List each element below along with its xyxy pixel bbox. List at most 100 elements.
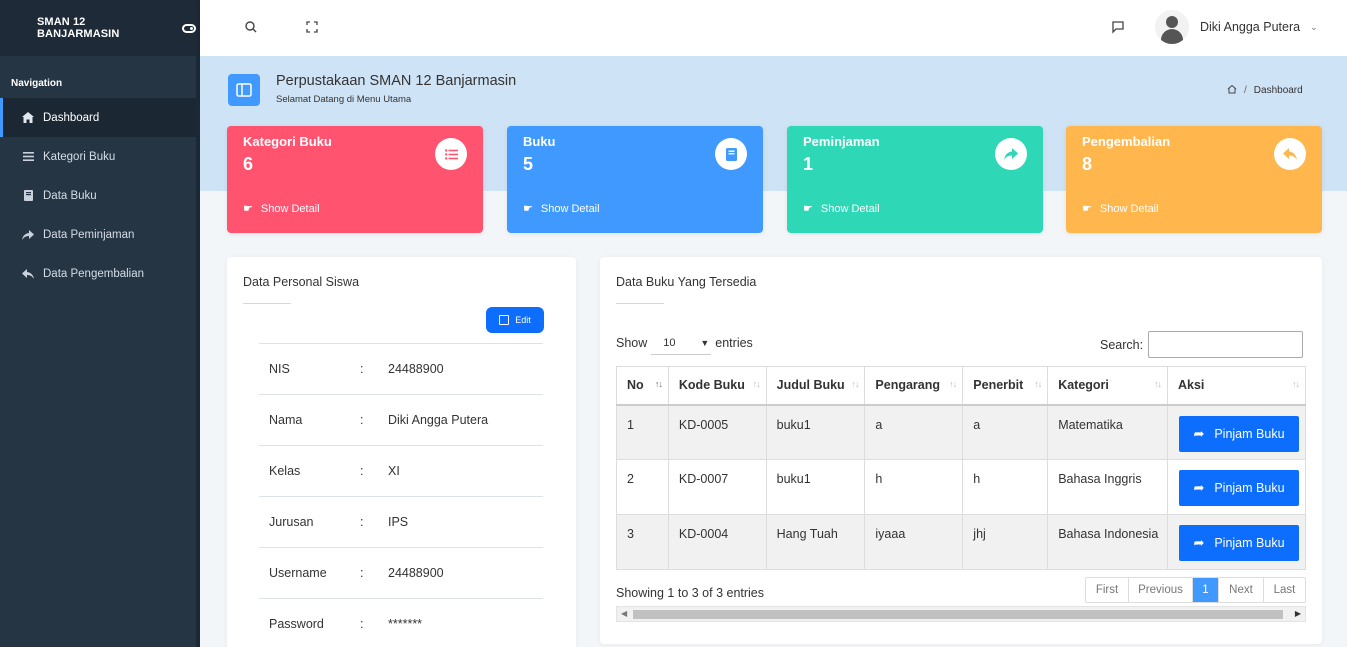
show-detail-link[interactable]: ☛ Show Detail <box>1082 202 1159 216</box>
column-header-no[interactable]: No ↑↓ <box>616 366 669 406</box>
column-label: Aksi <box>1177 378 1205 393</box>
table-cell: KD-0007 <box>667 459 767 515</box>
entries-select[interactable]: 10 ▼ <box>651 331 712 355</box>
pager-next[interactable]: Next <box>1219 578 1264 602</box>
books-panel: Data Buku Yang Tersedia Show 10 ▼ entrie… <box>600 257 1322 644</box>
hand-point-icon: ☛ <box>243 203 253 215</box>
sidebar-item-data-buku[interactable]: Data Buku <box>0 176 196 215</box>
column-label: No <box>627 378 644 393</box>
table-cell: 1 <box>616 404 669 460</box>
show-detail-label: Show Detail <box>1099 202 1159 215</box>
table-search: Search: <box>1100 331 1304 358</box>
entries-length-control: Show 10 ▼ entries <box>616 331 753 355</box>
sidebar-item-dashboard[interactable]: Dashboard <box>0 98 196 137</box>
field-value: IPS <box>388 515 409 529</box>
sidebar-toggle-icon[interactable] <box>182 23 196 33</box>
sidebar-item-label: Dashboard <box>43 111 100 124</box>
show-label: Show <box>616 336 648 350</box>
reply-arrow-icon <box>1274 138 1306 170</box>
field-label: Jurusan <box>269 515 314 529</box>
list-icon <box>22 151 34 163</box>
sort-icon: ↑↓ <box>851 379 859 389</box>
message-icon[interactable] <box>1111 20 1125 34</box>
books-panel-title: Data Buku Yang Tersedia <box>616 275 757 289</box>
table-cell: a <box>864 404 964 460</box>
field-separator: : <box>360 464 364 478</box>
field-separator: : <box>360 362 364 376</box>
field-label: NIS <box>269 362 290 376</box>
entries-label: entries <box>715 336 753 350</box>
pager-previous[interactable]: Previous <box>1129 578 1193 602</box>
column-label: Kode Buku <box>678 378 745 393</box>
field-label: Password <box>269 617 324 631</box>
field-value: 24488900 <box>388 362 444 376</box>
home-icon[interactable] <box>1227 84 1237 97</box>
pager-last[interactable]: Last <box>1264 578 1305 602</box>
field-separator: : <box>360 617 364 631</box>
show-detail-link[interactable]: ☛ Show Detail <box>523 202 600 216</box>
table-cell: buku1 <box>765 404 866 460</box>
sidebar-item-label: Data Buku <box>43 189 97 202</box>
search-input[interactable] <box>1148 331 1304 358</box>
table-cell: Bahasa Indonesia <box>1047 514 1168 570</box>
action-cell: ➦ Pinjam Buku <box>1166 459 1307 515</box>
table-cell: jhj <box>962 514 1049 570</box>
user-name: Diki Angga Putera <box>1200 20 1301 34</box>
search-icon[interactable] <box>244 20 258 34</box>
user-menu[interactable]: Diki Angga Putera ⌄ <box>1155 10 1318 44</box>
table-cell: KD-0004 <box>667 514 767 570</box>
field-value: Diki Angga Putera <box>388 413 489 427</box>
column-header-judul-buku[interactable]: Judul Buku ↑↓ <box>765 366 866 406</box>
horizontal-scrollbar[interactable]: ◀ ▶ <box>616 606 1306 622</box>
fullscreen-icon[interactable] <box>305 20 319 34</box>
table-cell: 3 <box>616 514 669 570</box>
pinjam-buku-button[interactable]: ➦ Pinjam Buku <box>1178 415 1299 452</box>
card-title: Buku <box>523 134 556 149</box>
sidebar-item-data-peminjaman[interactable]: Data Peminjaman <box>0 215 196 254</box>
brand-name: SMAN 12 BANJARMASIN <box>37 16 120 40</box>
chevron-down-icon: ⌄ <box>1310 21 1318 32</box>
card-value: 1 <box>803 154 814 174</box>
column-header-kategori[interactable]: Kategori ↑↓ <box>1047 366 1168 406</box>
card-buku: Buku 5 ☛ Show Detail <box>507 126 763 233</box>
sidebar-item-data-pengembalian[interactable]: Data Pengembalian <box>0 254 196 293</box>
edit-button[interactable]: Edit <box>486 307 544 333</box>
column-label: Judul Buku <box>776 378 845 393</box>
hand-point-icon: ☛ <box>803 203 813 215</box>
column-header-aksi[interactable]: Aksi ↑↓ <box>1166 366 1307 406</box>
field-separator: : <box>360 413 364 427</box>
scrollbar-thumb[interactable] <box>633 610 1283 619</box>
pager-page-1[interactable]: 1 <box>1193 578 1219 602</box>
divider <box>243 303 291 304</box>
search-label: Search: <box>1100 337 1144 352</box>
personal-row-kelas: Kelas : XI <box>259 445 543 496</box>
column-header-penerbit[interactable]: Penerbit ↑↓ <box>962 366 1049 406</box>
avatar <box>1155 10 1189 44</box>
scroll-right-icon[interactable]: ▶ <box>1295 609 1301 618</box>
action-cell: ➦ Pinjam Buku <box>1166 514 1307 570</box>
share-arrow-icon: ➦ <box>1193 425 1205 441</box>
list-icon <box>435 138 467 170</box>
topbar: Diki Angga Putera ⌄ <box>200 0 1347 56</box>
show-detail-link[interactable]: ☛ Show Detail <box>243 202 320 216</box>
column-header-kode-buku[interactable]: Kode Buku ↑↓ <box>667 366 767 406</box>
sidebar-item-kategori-buku[interactable]: Kategori Buku <box>0 137 196 176</box>
scroll-left-icon[interactable]: ◀ <box>621 609 627 618</box>
breadcrumb: / Dashboard <box>1227 84 1303 97</box>
share-arrow-icon <box>995 138 1027 170</box>
table-row: 2 KD-0007 buku1 h h Bahasa Inggris ➦ Pinj… <box>616 459 1307 515</box>
pager-first[interactable]: First <box>1086 578 1129 602</box>
pinjam-buku-button[interactable]: ➦ Pinjam Buku <box>1178 470 1299 506</box>
breadcrumb-current[interactable]: Dashboard <box>1254 85 1303 96</box>
show-detail-label: Show Detail <box>260 202 320 215</box>
personal-table: NIS : 24488900 Nama : Diki Angga Putera … <box>259 343 543 647</box>
column-header-pengarang[interactable]: Pengarang ↑↓ <box>864 366 964 406</box>
brand: SMAN 12 BANJARMASIN <box>0 0 196 56</box>
share-arrow-icon: ➦ <box>1193 535 1205 550</box>
show-detail-link[interactable]: ☛ Show Detail <box>803 202 880 216</box>
page-title: Perpustakaan SMAN 12 Banjarmasin <box>276 73 517 89</box>
table-cell: Bahasa Inggris <box>1047 459 1168 515</box>
hand-point-icon: ☛ <box>523 203 533 215</box>
pinjam-buku-button[interactable]: ➦ Pinjam Buku <box>1178 525 1299 561</box>
card-title: Peminjaman <box>803 134 880 149</box>
